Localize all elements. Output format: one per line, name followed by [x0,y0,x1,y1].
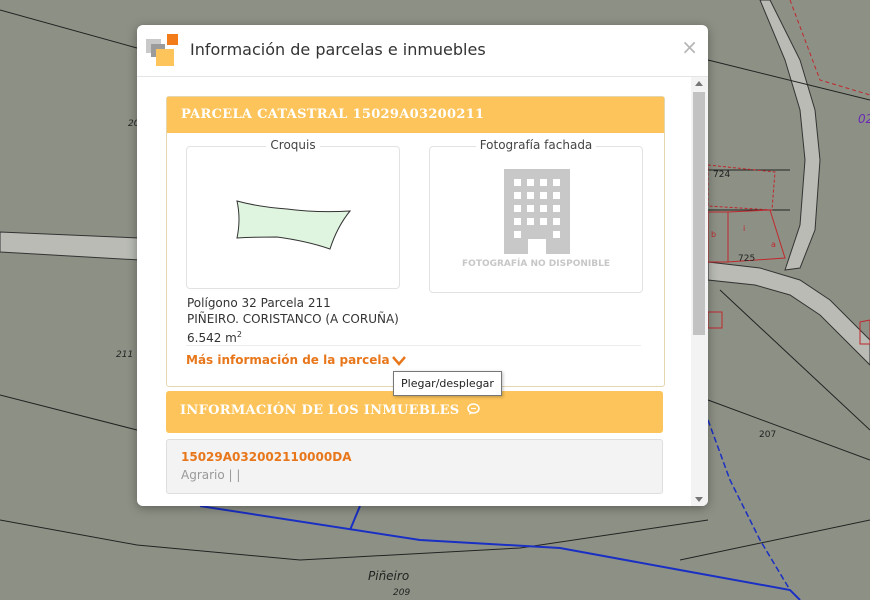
map-parcel-label: 207 [759,430,777,440]
property-usage: Agrario | | [181,468,241,482]
properties-header[interactable]: INFORMACIÓN DE LOS INMUEBLES [166,391,663,433]
building-placeholder-icon [504,169,570,254]
parcel-area: 6.542 m2 [187,327,399,346]
photo-unavailable-label: FOTOGRAFÍA NO DISPONIBLE [462,259,610,269]
divider [186,345,641,346]
more-parcel-info-link[interactable]: Más información de la parcela [186,353,390,367]
scroll-down-arrow-icon[interactable] [695,497,703,502]
chevron-down-icon[interactable] [392,356,406,366]
property-record: 15029A032002110000DA Agrario | | [166,439,663,494]
parcel-sketch [236,200,352,250]
parcel-details: Polígono 32 Parcela 211 PIÑEIRO. CORISTA… [187,295,399,346]
parcel-panel: PARCELA CATASTRAL 15029A03200211 Croquis… [166,96,665,387]
properties-header-label: INFORMACIÓN DE LOS INMUEBLES [180,403,460,418]
property-reference-link[interactable]: 15029A032002110000DA [181,450,351,464]
dialog-header: Información de parcelas e inmuebles × [137,25,708,77]
parcel-location: Polígono 32 Parcela 211 [187,296,331,310]
sketch-box: Croquis [186,138,400,289]
dialog-scrollbar[interactable] [691,77,708,506]
map-subparcel-label: a [771,240,776,249]
parcel-header: PARCELA CATASTRAL 15029A03200211 [167,97,664,133]
dialog-title: Información de parcelas e inmuebles [190,40,486,59]
map-subparcel-label: i [743,224,746,233]
scroll-up-arrow-icon[interactable] [695,81,703,86]
parcel-area-value: 6.542 m [187,331,237,345]
map-parcel-label: 725 [738,254,756,264]
map-parcel-label: 211 [116,350,134,360]
map-place-label: Piñeiro [368,569,410,583]
map-subparcel-label: b [711,230,717,239]
map-parcel-label: 724 [713,170,731,180]
close-button[interactable]: × [681,37,698,57]
dialog-body[interactable]: PARCELA CATASTRAL 15029A03200211 Croquis… [137,77,708,506]
map-parcel-label: 209 [393,588,411,598]
properties-panel: INFORMACIÓN DE LOS INMUEBLES [166,391,663,433]
parcel-municipality: PIÑEIRO. CORISTANCO (A CORUÑA) [187,312,399,326]
catastro-logo-icon [146,34,178,66]
parcel-area-unit-sup: 2 [236,330,242,339]
parcel-info-dialog: Información de parcelas e inmuebles × PA… [137,25,708,506]
scroll-thumb[interactable] [693,92,705,335]
collapse-tooltip: Plegar/desplegar [393,371,502,396]
map-polygon-label: 02 [858,112,870,126]
facade-photo-box: Fotografía fachada FOTOGRAFÍA NO DISPONI… [429,138,643,293]
comment-icon [467,403,481,415]
